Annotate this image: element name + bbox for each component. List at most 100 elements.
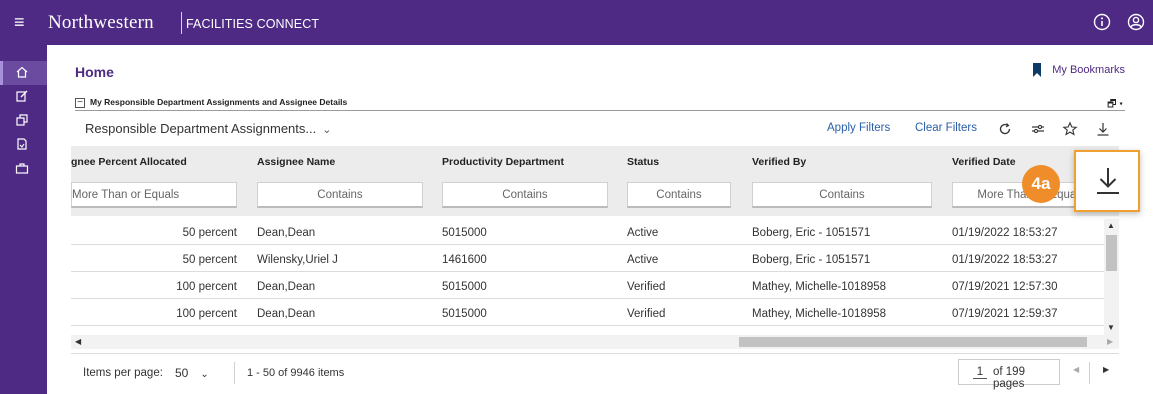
chevron-down-icon: ⌄ — [200, 369, 209, 380]
collapse-toggle[interactable]: − — [75, 98, 85, 108]
highlighted-download-button[interactable] — [1074, 150, 1140, 212]
cell-verified-by: Boberg, Eric - 1051571 — [752, 227, 871, 239]
step-badge: 4a — [1022, 165, 1060, 203]
view-name: Responsible Department Assignments... — [85, 121, 317, 136]
user-icon[interactable] — [1127, 13, 1145, 31]
cell-verified-by: Boberg, Eric - 1051571 — [752, 254, 871, 266]
cell-verified-by: Mathey, Michelle-1018958 — [752, 281, 887, 293]
cell-percent: 50 percent — [182, 254, 237, 266]
column-header-assignee-name[interactable]: Assignee Name — [257, 156, 335, 168]
cell-percent: 100 percent — [176, 308, 237, 320]
settings-sliders-icon[interactable] — [1030, 121, 1046, 137]
table-row[interactable]: 100 percent Dean,Dean 5015000 Verified M… — [71, 300, 1104, 326]
sidebar-item-briefcase[interactable] — [0, 157, 47, 181]
filter-row: More Than or Equals Contains Contains Co… — [71, 176, 1119, 216]
pager-divider — [1089, 362, 1090, 384]
logo-divider — [181, 12, 182, 34]
page-size-select[interactable]: 50 ⌄ — [175, 366, 209, 380]
app-subtitle: FACILITIES CONNECT — [186, 17, 320, 31]
horizontal-scrollbar[interactable]: ◀ ▶ — [71, 335, 1119, 349]
bookmarks-label: My Bookmarks — [1052, 64, 1125, 76]
cell-assignee: Wilensky,Uriel J — [257, 254, 338, 266]
sidebar-item-document[interactable] — [0, 133, 47, 157]
info-icon[interactable] — [1093, 13, 1111, 31]
top-bar: ≡ Northwestern FACILITIES CONNECT — [0, 0, 1153, 45]
copy-icon — [16, 114, 28, 126]
edit-icon — [16, 90, 28, 102]
cell-verified-date: 01/19/2022 18:53:27 — [952, 227, 1058, 239]
item-count: 1 - 50 of 9946 items — [247, 367, 345, 379]
bookmark-icon — [1033, 63, 1042, 77]
grid-header: gnee Percent Allocated Assignee Name Pro… — [71, 146, 1119, 176]
home-icon — [16, 66, 28, 78]
next-page-icon[interactable]: ▶ — [1103, 365, 1109, 374]
column-header-verified-date[interactable]: Verified Date — [952, 156, 1016, 168]
table-row[interactable]: 50 percent Wilensky,Uriel J 1461600 Acti… — [71, 246, 1104, 272]
cell-status: Verified — [627, 281, 666, 293]
star-icon[interactable] — [1062, 121, 1078, 137]
cell-verified-date: 01/19/2022 18:53:27 — [952, 254, 1058, 266]
table-row[interactable]: 50 percent Dean,Dean 5015000 Active Bobe… — [71, 219, 1104, 245]
download-icon — [1097, 168, 1119, 194]
column-header-verified-by[interactable]: Verified By — [752, 156, 806, 168]
refresh-icon[interactable] — [997, 121, 1013, 137]
scroll-up-icon[interactable]: ▲ — [1107, 221, 1115, 230]
cell-department: 1461600 — [442, 254, 487, 266]
cell-assignee: Dean,Dean — [257, 281, 316, 293]
page-number-input[interactable]: 1 — [973, 366, 987, 379]
sidebar-item-edit[interactable] — [0, 85, 47, 109]
my-bookmarks-link[interactable]: My Bookmarks — [1033, 63, 1125, 77]
cell-status: Verified — [627, 308, 666, 320]
filter-productivity-department[interactable]: Contains — [442, 182, 608, 208]
sidebar-item-home[interactable] — [0, 61, 47, 85]
cell-assignee: Dean,Dean — [257, 308, 316, 320]
apply-filters-button[interactable]: Apply Filters — [827, 122, 890, 134]
page-total: of 199 pages — [993, 366, 1025, 390]
section-header: − My Responsible Department Assignments … — [75, 96, 1125, 111]
view-selector[interactable]: Responsible Department Assignments... ⌄ — [85, 121, 331, 136]
scroll-down-icon[interactable]: ▼ — [1107, 323, 1115, 332]
briefcase-icon — [15, 163, 29, 174]
clear-filters-button[interactable]: Clear Filters — [915, 122, 977, 134]
filter-verified-by[interactable]: Contains — [752, 182, 932, 208]
horizontal-scroll-thumb[interactable] — [739, 337, 1087, 347]
column-header-percent-allocated[interactable]: gnee Percent Allocated — [71, 156, 187, 168]
cell-status: Active — [627, 227, 659, 239]
hamburger-icon[interactable]: ≡ — [14, 13, 25, 31]
items-per-page-label: Items per page: — [83, 367, 163, 379]
cell-verified-by: Mathey, Michelle-1018958 — [752, 308, 887, 320]
filter-percent-allocated[interactable]: More Than or Equals — [71, 182, 237, 208]
pager: Items per page: 50 ⌄ 1 - 50 of 9946 items… — [71, 353, 1119, 390]
logo[interactable]: Northwestern — [48, 12, 154, 34]
main-content: Home My Bookmarks − My Responsible Depar… — [47, 45, 1153, 394]
table-row[interactable]: 100 percent Dean,Dean 5015000 Verified M… — [71, 273, 1104, 299]
vertical-scrollbar[interactable]: ▲ ▼ — [1104, 219, 1119, 335]
section-window-controls[interactable]: 🗗 ▾ — [1107, 97, 1123, 114]
download-icon[interactable] — [1095, 121, 1111, 137]
previous-page-icon[interactable]: ◀ — [1073, 365, 1079, 374]
column-header-productivity-department[interactable]: Productivity Department — [442, 156, 564, 168]
cell-department: 5015000 — [442, 281, 487, 293]
cell-department: 5015000 — [442, 308, 487, 320]
cell-department: 5015000 — [442, 227, 487, 239]
pager-divider — [234, 362, 235, 384]
vertical-scroll-thumb[interactable] — [1106, 235, 1117, 271]
page-title[interactable]: Home — [75, 64, 114, 80]
sidebar-item-copy[interactable] — [0, 109, 47, 133]
filter-status[interactable]: Contains — [627, 182, 731, 208]
chevron-down-icon: ⌄ — [322, 124, 332, 136]
sidebar — [0, 45, 47, 394]
cell-percent: 50 percent — [182, 227, 237, 239]
scroll-left-icon[interactable]: ◀ — [75, 337, 81, 346]
scroll-right-icon[interactable]: ▶ — [1107, 337, 1113, 346]
page-size-value: 50 — [175, 366, 189, 380]
document-icon — [17, 138, 27, 150]
cell-percent: 100 percent — [176, 281, 237, 293]
filter-assignee-name[interactable]: Contains — [257, 182, 423, 208]
cell-status: Active — [627, 254, 659, 266]
cell-verified-date: 07/19/2021 12:59:37 — [952, 308, 1058, 320]
grid-body: 50 percent Dean,Dean 5015000 Active Bobe… — [71, 219, 1104, 330]
section-title: My Responsible Department Assignments an… — [90, 97, 348, 107]
cell-verified-date: 07/19/2021 12:57:30 — [952, 281, 1058, 293]
column-header-status[interactable]: Status — [627, 156, 659, 168]
